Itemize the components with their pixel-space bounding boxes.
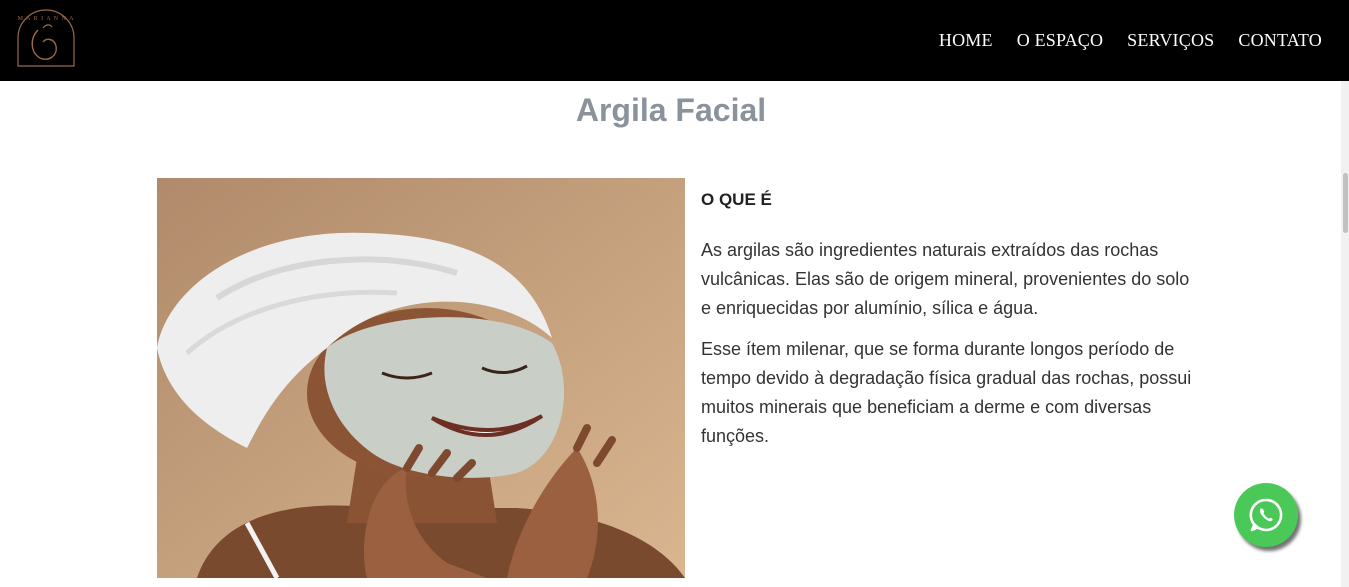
site-header: M A R I A N N A HOME O ESPAÇO SERVIÇOS C… [0,0,1349,81]
svg-text:M A R I A N N A: M A R I A N N A [18,16,75,22]
description-paragraph: As argilas são ingredientes naturais ext… [701,240,1190,318]
description-paragraph: Esse ítem milenar, que se forma durante … [701,339,1192,446]
nav-contato[interactable]: CONTATO [1238,30,1322,51]
service-description: O QUE É As argilas são ingredientes natu… [701,190,1201,463]
page-scrollbar[interactable] [1341,81,1349,587]
nav-o-espaco[interactable]: O ESPAÇO [1017,30,1103,51]
scrollbar-thumb[interactable] [1343,173,1348,233]
section-heading: O QUE É [701,190,772,209]
whatsapp-button[interactable] [1234,483,1298,547]
site-logo[interactable]: M A R I A N N A [10,8,82,80]
logo-emblem-icon: M A R I A N N A [17,9,75,67]
nav-servicos[interactable]: SERVIÇOS [1127,30,1214,51]
facial-mask-photo [157,178,685,578]
page-title: Argila Facial [575,92,767,128]
nav-home[interactable]: HOME [939,30,993,51]
main-nav: HOME O ESPAÇO SERVIÇOS CONTATO [939,30,1322,51]
whatsapp-icon [1249,498,1283,532]
